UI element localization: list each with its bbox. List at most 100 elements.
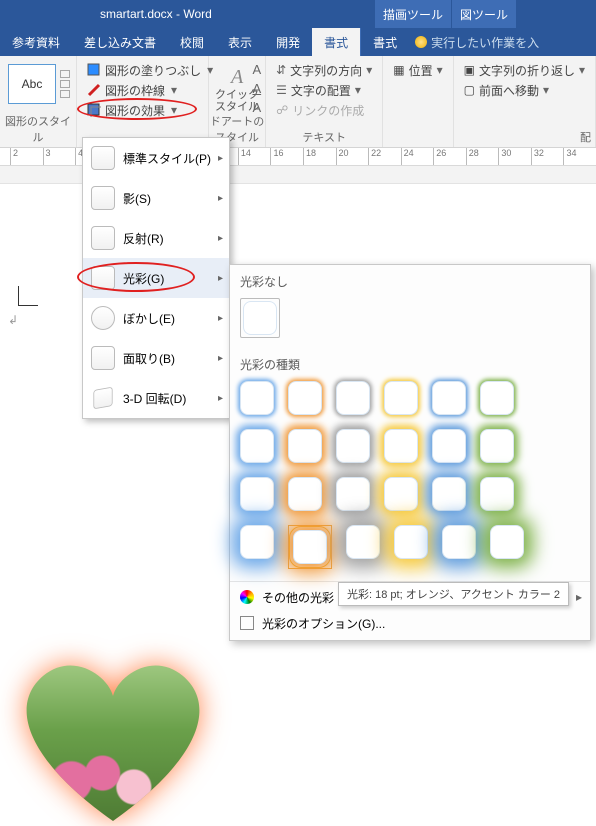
heart-shape-with-glow[interactable]: [8, 651, 218, 826]
menu-soft-label: ぼかし(E): [123, 310, 175, 327]
glow-none-swatch[interactable]: [243, 301, 277, 335]
glow-swatch-r2-c6[interactable]: [480, 429, 514, 463]
position-button[interactable]: ▦位置▾: [389, 60, 446, 80]
picture-tools-tab[interactable]: 図ツール: [451, 0, 516, 28]
shape-fill-label: 図形の塗りつぶし: [105, 62, 201, 79]
ruler-tick: 16: [270, 148, 283, 165]
ruler-tick: 20: [336, 148, 349, 165]
tab-format-drawing[interactable]: 書式: [312, 28, 360, 56]
tab-mailings[interactable]: 差し込み文書: [72, 28, 168, 56]
glow-swatch-r4-c2[interactable]: [293, 530, 327, 564]
text-direction-button[interactable]: ⇵文字列の方向▾: [272, 60, 376, 80]
text-align-label: 文字の配置: [291, 82, 351, 99]
shadow-swatch-icon: [91, 186, 115, 210]
more-glow-colors-label: その他の光彩: [262, 589, 334, 606]
glow-swatch-r2-c3[interactable]: [336, 429, 370, 463]
menu-3d-rotation[interactable]: 3-D 回転(D) ▸: [83, 378, 229, 418]
ruler-tick: 24: [401, 148, 414, 165]
glow-swatch-r3-c2[interactable]: [288, 477, 322, 511]
gallery-more-icon[interactable]: [60, 90, 70, 98]
rotation-swatch-icon: [93, 387, 112, 410]
crop-mark-icon: [18, 286, 38, 306]
create-link-label: リンクの作成: [292, 102, 364, 119]
shape-styles-gallery: Abc 図形のスタイル: [0, 56, 77, 147]
menu-reflection-label: 反射(R): [123, 230, 164, 247]
glow-swatch-r1-c3[interactable]: [336, 381, 370, 415]
wrap-text-button[interactable]: ▣文字列の折り返し▾: [460, 60, 589, 80]
position-group: ▦位置▾: [383, 56, 453, 147]
bring-forward-button[interactable]: ▢前面へ移動▾: [460, 80, 589, 100]
glow-swatch-r3-c1[interactable]: [240, 477, 274, 511]
tab-review[interactable]: 校閲: [168, 28, 216, 56]
tell-me-label: 実行したい作業を入: [431, 34, 539, 51]
menu-soft-edges[interactable]: ぼかし(E) ▸: [83, 298, 229, 338]
chevron-right-icon: ▸: [218, 153, 223, 164]
shape-effects-button[interactable]: 図形の効果▾: [83, 100, 202, 120]
shape-fill-button[interactable]: 図形の塗りつぶし▾: [83, 60, 202, 80]
glow-swatch-r4-c6[interactable]: [490, 525, 524, 559]
glow-swatch-r4-c3[interactable]: [346, 525, 380, 559]
shape-effects-menu: 標準スタイル(P) ▸ 影(S) ▸ 反射(R) ▸ 光彩(G) ▸ ぼかし(E…: [82, 137, 230, 419]
gallery-up-icon[interactable]: [60, 70, 70, 78]
outline-icon: [87, 83, 101, 97]
gallery-down-icon[interactable]: [60, 80, 70, 88]
tab-developer[interactable]: 開発: [264, 28, 312, 56]
chevron-right-icon: ▸: [218, 393, 223, 404]
glow-swatch-r2-c5[interactable]: [432, 429, 466, 463]
glow-swatch-r1-c6[interactable]: [480, 381, 514, 415]
shape-effects-label: 図形の効果: [105, 102, 165, 119]
glow-swatch-r1-c1[interactable]: [240, 381, 274, 415]
text-group: ⇵文字列の方向▾ ☰文字の配置▾ ☍リンクの作成 テキスト: [266, 56, 383, 147]
glow-swatch-r4-c1[interactable]: [240, 525, 274, 559]
glow-options[interactable]: 光彩のオプション(G)...: [230, 610, 590, 636]
glow-swatch-r3-c5[interactable]: [432, 477, 466, 511]
glow-swatch-r1-c4[interactable]: [384, 381, 418, 415]
menu-reflection[interactable]: 反射(R) ▸: [83, 218, 229, 258]
glow-swatch-r2-c4[interactable]: [384, 429, 418, 463]
text-fill-icon[interactable]: A: [252, 62, 261, 77]
text-outline-icon[interactable]: A: [252, 81, 261, 96]
shape-style-preview[interactable]: Abc: [8, 64, 56, 104]
shape-outline-button[interactable]: 図形の枠線▾: [83, 80, 202, 100]
glow-swatch-r3-c4[interactable]: [384, 477, 418, 511]
glow-gallery: 光彩なし 光彩の種類 その他の光彩 ▸ 光彩のオプション(G)... 光彩: 1…: [229, 264, 591, 641]
drawing-tools-tab[interactable]: 描画ツール: [374, 0, 451, 28]
glow-swatch-r3-c6[interactable]: [480, 477, 514, 511]
tab-format-picture[interactable]: 書式: [360, 28, 409, 56]
chevron-right-icon: ▸: [218, 313, 223, 324]
lightbulb-icon: [415, 36, 427, 48]
text-align-button[interactable]: ☰文字の配置▾: [272, 80, 376, 100]
ribbon-tabs: 参考資料 差し込み文書 校閲 表示 開発 書式 書式 実行したい作業を入: [0, 28, 596, 56]
glow-swatch-r1-c5[interactable]: [432, 381, 466, 415]
chevron-right-icon: ▸: [218, 273, 223, 284]
wrap-text-label: 文字列の折り返し: [479, 62, 575, 79]
glow-swatch-r3-c3[interactable]: [336, 477, 370, 511]
title-bar: smartart.docx - Word 描画ツール 図ツール: [0, 0, 596, 28]
glow-none-header: 光彩なし: [230, 265, 590, 294]
menu-bevel-label: 面取り(B): [123, 350, 175, 367]
menu-preset[interactable]: 標準スタイル(P) ▸: [83, 138, 229, 178]
tab-references[interactable]: 参考資料: [0, 28, 72, 56]
chevron-right-icon: ▸: [218, 353, 223, 364]
contextual-tool-tabs: 描画ツール 図ツール: [374, 0, 516, 28]
glow-swatch-r4-c4[interactable]: [394, 525, 428, 559]
options-icon: [240, 616, 254, 630]
fill-icon: [87, 63, 101, 77]
menu-bevel[interactable]: 面取り(B) ▸: [83, 338, 229, 378]
glow-swatch-r2-c2[interactable]: [288, 429, 322, 463]
glow-swatch-r1-c2[interactable]: [288, 381, 322, 415]
ruler-tick: 22: [368, 148, 381, 165]
glow-swatch-r2-c1[interactable]: [240, 429, 274, 463]
create-link-button: ☍リンクの作成: [272, 100, 376, 120]
glow-tooltip: 光彩: 18 pt; オレンジ、アクセント カラー 2: [338, 582, 569, 606]
glow-variations-header: 光彩の種類: [230, 348, 590, 377]
glow-swatch-r4-c5[interactable]: [442, 525, 476, 559]
tab-view[interactable]: 表示: [216, 28, 264, 56]
tell-me-search[interactable]: 実行したい作業を入: [409, 28, 545, 56]
menu-shadow[interactable]: 影(S) ▸: [83, 178, 229, 218]
reflection-swatch-icon: [91, 226, 115, 250]
menu-glow[interactable]: 光彩(G) ▸: [83, 258, 229, 298]
ribbon: Abc 図形のスタイル 図形の塗りつぶし▾ 図形の枠線▾ 図形の効果▾ A クイ…: [0, 56, 596, 148]
preset-swatch-icon: [91, 146, 115, 170]
ruler-tick: 3: [43, 148, 51, 165]
